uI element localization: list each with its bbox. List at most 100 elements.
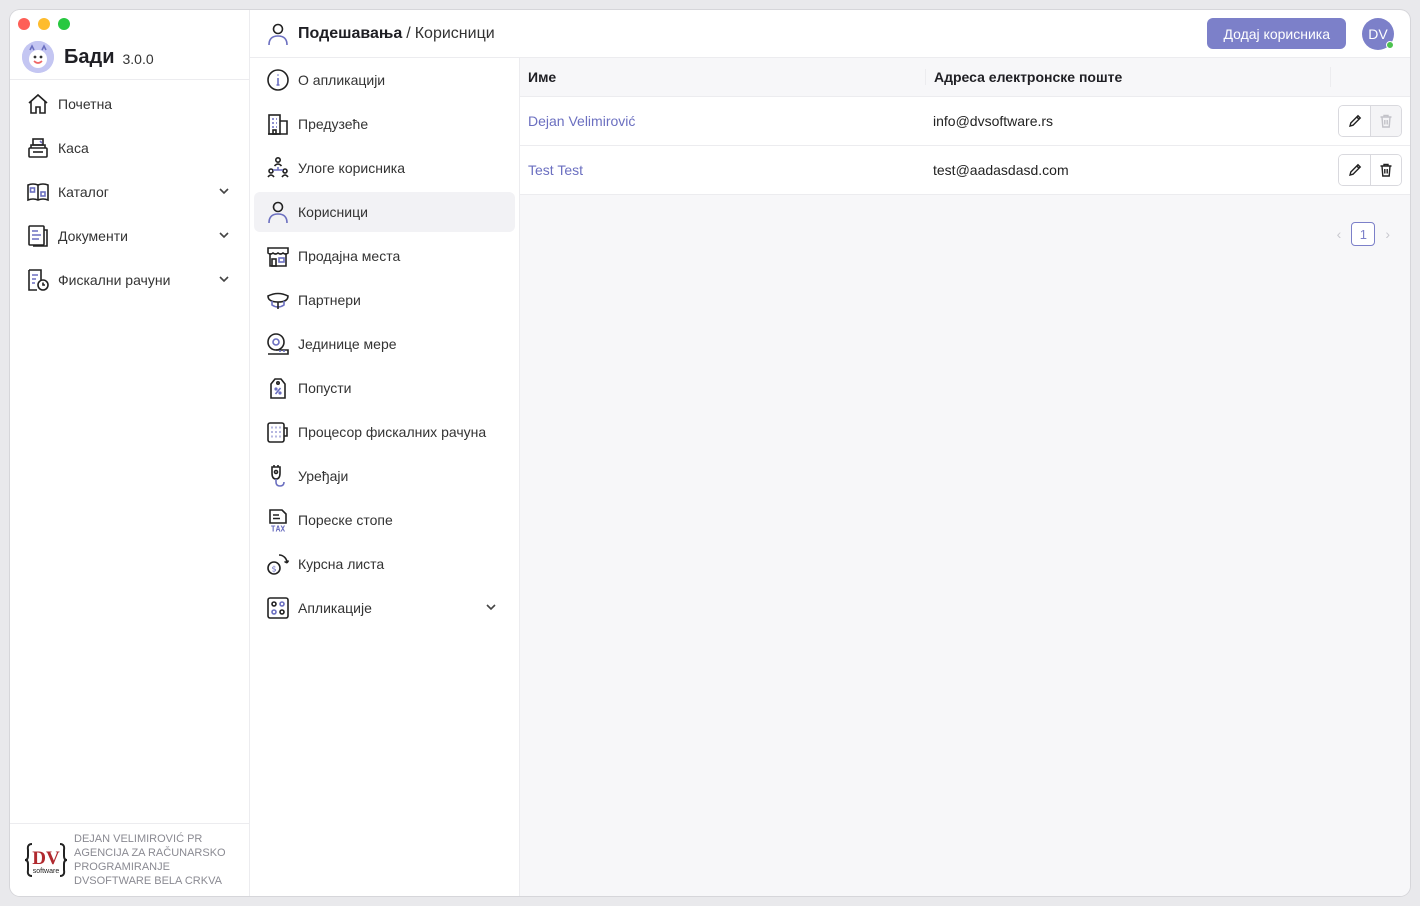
chevron-down-icon [218,228,230,246]
table-header: Име Адреса електронске поште [520,58,1410,97]
devices-icon [264,462,292,490]
settings-item-label: Курсна листа [298,556,385,572]
settings-item-label: Јединице мере [298,336,397,352]
settings-item-label: Процесор фискалних рачуна [298,424,487,440]
sidebar-item-catalog[interactable]: Каталог [10,170,250,214]
sidebar-item-fiscal-receipts[interactable]: Фискални рачуни [10,258,250,302]
settings-item-partners[interactable]: Партнери [254,280,515,320]
close-window-button[interactable] [18,18,30,30]
settings-item-exchange-rates[interactable]: $ Курсна листа [254,544,515,584]
breadcrumb-parent[interactable]: Подешавања [298,25,402,43]
top-header: Подешавања / Корисници Додај корисника D… [250,10,1410,58]
user-email: test@aadasdasd.com [933,162,1069,178]
main-nav: Почетна Каса Каталог Документи Фискални … [10,82,250,302]
edit-button[interactable] [1339,155,1370,185]
dvsoftware-logo-icon: DV software [24,838,68,882]
company-line: PROGRAMIRANJE [74,861,170,873]
prev-page-button[interactable]: ‹ [1337,226,1342,242]
app-brand: Бади 3.0.0 [22,40,154,74]
measure-units-icon [264,330,292,358]
pencil-icon [1348,114,1361,127]
settings-item-label: Уређаји [298,468,349,484]
next-page-button[interactable]: › [1385,226,1390,242]
users-content: Име Адреса електронске поште Dejan Velim… [520,58,1410,896]
page-title: Корисници [414,24,495,42]
discount-tag-icon [264,374,292,402]
users-table: Име Адреса електронске поште Dejan Velim… [520,58,1410,195]
column-header-actions [1330,67,1410,87]
table-row: Test Test test@aadasdasd.com [520,146,1410,195]
settings-item-discounts[interactable]: Попусти [254,368,515,408]
settings-item-devices[interactable]: Уређаји [254,456,515,496]
chevron-down-icon [218,184,230,202]
user-name-link[interactable]: Dejan Velimirović [520,113,925,129]
minimize-window-button[interactable] [38,18,50,30]
svg-text:TAX: TAX [271,525,286,533]
app-logo-icon [22,41,54,73]
company-line: DVSOFTWARE BELA CRKVA [74,875,222,887]
company-line: AGENCIJA ZA RAČUNARSKO [74,847,226,859]
delete-button[interactable] [1370,106,1401,136]
zoom-window-button[interactable] [58,18,70,30]
sidebar-item-documents[interactable]: Документи [10,214,250,258]
online-status-indicator [1386,41,1394,49]
column-header-name[interactable]: Име [520,69,925,85]
settings-item-users[interactable]: Корисници [254,192,515,232]
logo-subtext: software [33,868,60,875]
action-button-group [1338,105,1402,137]
chevron-down-icon [485,600,497,618]
pagination: ‹ 1 › [1337,222,1390,246]
trash-icon [1380,114,1392,128]
cash-register-icon [24,134,52,162]
fiscal-processor-icon [264,418,292,446]
user-icon [264,20,292,48]
settings-item-fiscal-processor[interactable]: Процесор фискалних рачуна [254,412,515,452]
settings-item-label: Продајна места [298,248,401,264]
sidebar-item-label: Каталог [58,184,109,200]
column-header-email[interactable]: Адреса електронске поште [925,69,1330,85]
tax-rates-icon: TAX [264,506,292,534]
chevron-down-icon [218,272,230,290]
avatar[interactable]: DV [1362,18,1394,50]
apps-icon [264,594,292,622]
settings-item-company[interactable]: Предузеће [254,104,515,144]
settings-item-label: О апликацији [298,72,386,88]
logo-text: DV [32,848,60,869]
home-icon [24,90,52,118]
exchange-rates-icon: $ [264,550,292,578]
page-number-button[interactable]: 1 [1351,222,1376,246]
action-button-group [1338,154,1402,186]
settings-item-label: Пореске стопе [298,512,393,528]
partners-icon [264,286,292,314]
user-roles-icon [264,154,292,182]
window-controls [18,18,70,30]
edit-button[interactable] [1339,106,1370,136]
avatar-initials: DV [1368,26,1388,42]
sidebar-item-home[interactable]: Почетна [10,82,250,126]
settings-nav: О апликацији Предузеће Улоге корисника К… [250,58,520,896]
app-window: Бади 3.0.0 Почетна Каса Каталог Документ… [10,10,1410,896]
sidebar-item-label: Почетна [58,96,113,112]
user-name-link[interactable]: Test Test [520,162,925,178]
sidebar-item-cash-register[interactable]: Каса [10,126,250,170]
sidebar: Бади 3.0.0 Почетна Каса Каталог Документ… [10,10,250,896]
company-icon [264,110,292,138]
settings-item-measure-units[interactable]: Јединице мере [254,324,515,364]
company-footer: DV software DEJAN VELIMIROVIĆ PR AGENCIJ… [10,823,250,896]
info-icon [264,66,292,94]
row-actions [1330,154,1410,186]
delete-button[interactable] [1370,155,1401,185]
settings-item-stores[interactable]: Продајна места [254,236,515,276]
settings-item-apps[interactable]: Апликације [254,588,515,628]
user-icon [264,198,292,226]
app-name: Бади [64,45,115,68]
company-info: DEJAN VELIMIROVIĆ PR AGENCIJA ZA RAČUNAR… [74,832,226,888]
settings-item-user-roles[interactable]: Улоге корисника [254,148,515,188]
settings-item-tax-rates[interactable]: TAX Пореске стопе [254,500,515,540]
table-row: Dejan Velimirović info@dvsoftware.rs [520,97,1410,146]
settings-item-about[interactable]: О апликацији [254,60,515,100]
add-user-button[interactable]: Додај корисника [1207,18,1346,49]
settings-item-label: Корисници [298,204,368,220]
settings-item-label: Улоге корисника [298,160,405,176]
fiscal-receipts-icon [24,266,52,294]
